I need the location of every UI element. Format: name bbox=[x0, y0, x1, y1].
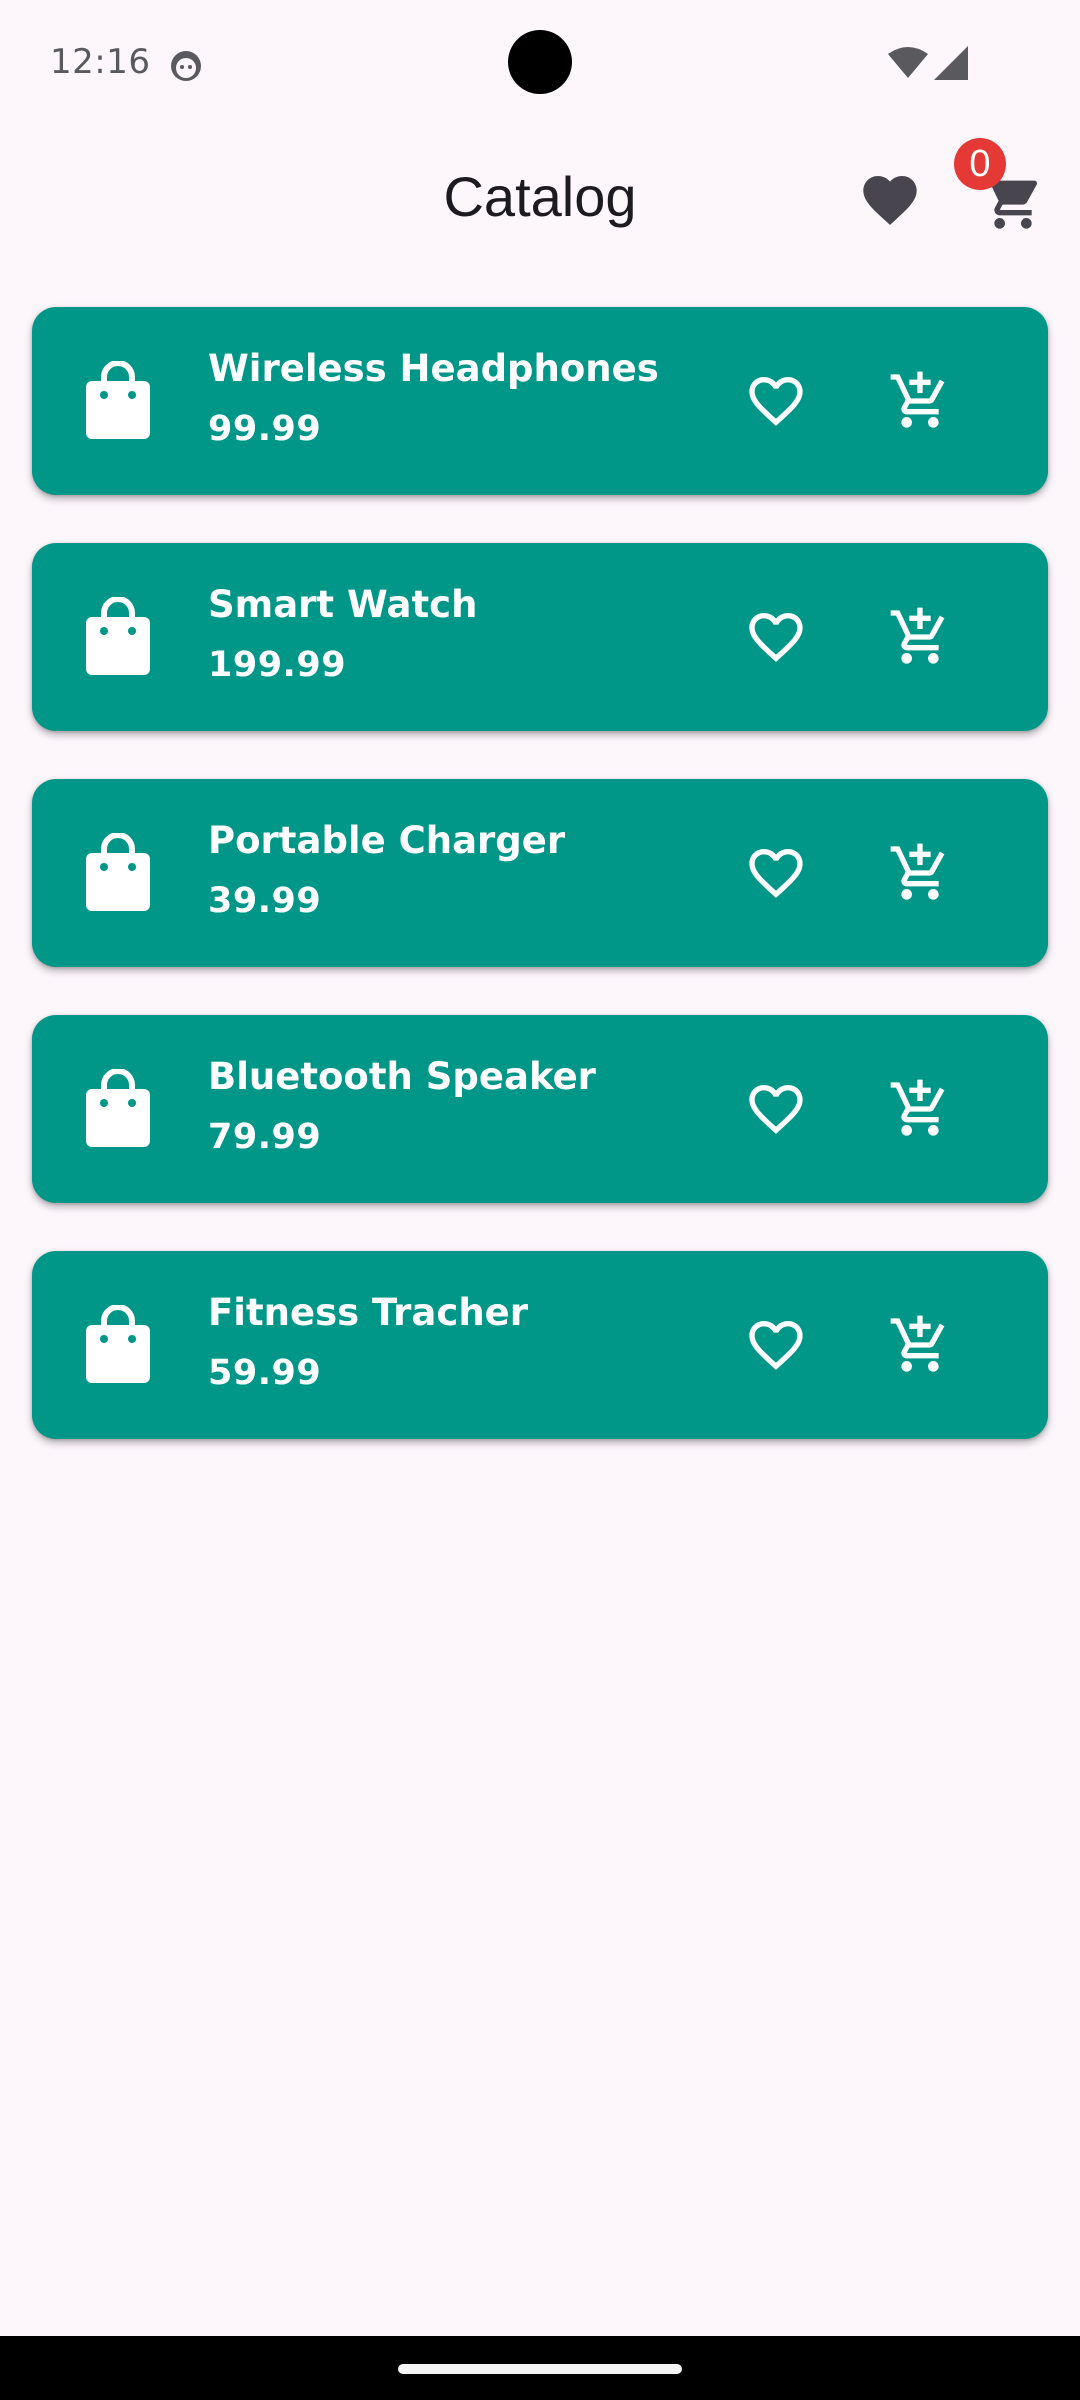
add-shopping-cart-icon[interactable] bbox=[888, 605, 952, 669]
product-price: 39.99 bbox=[208, 881, 322, 921]
product-price: 79.99 bbox=[208, 1117, 322, 1157]
favorites-button[interactable] bbox=[858, 168, 922, 232]
product-card[interactable]: Wireless Headphones 99.99 bbox=[32, 307, 1048, 495]
product-card[interactable]: Fitness Tracher 59.99 bbox=[32, 1251, 1048, 1439]
shopping-bag-icon bbox=[84, 1305, 152, 1385]
product-name: Fitness Tracher bbox=[208, 1291, 529, 1334]
wifi-icon bbox=[888, 46, 928, 80]
camera-cutout bbox=[508, 30, 572, 94]
status-bar: 12:16 bbox=[0, 0, 1080, 120]
system-navigation-bar bbox=[0, 2336, 1080, 2400]
cart-count-badge: 0 bbox=[954, 138, 1006, 190]
face-notification-icon bbox=[168, 48, 204, 84]
product-name: Bluetooth Speaker bbox=[208, 1055, 596, 1098]
heart-filled-icon bbox=[858, 168, 922, 232]
product-price: 59.99 bbox=[208, 1353, 322, 1393]
heart-outline-icon[interactable] bbox=[744, 1077, 808, 1141]
home-indicator[interactable] bbox=[398, 2364, 682, 2374]
product-name: Smart Watch bbox=[208, 583, 478, 626]
heart-outline-icon[interactable] bbox=[744, 369, 808, 433]
product-card[interactable]: Portable Charger 39.99 bbox=[32, 779, 1048, 967]
product-list: Wireless Headphones 99.99 Smart Watch 19… bbox=[32, 307, 1048, 1487]
add-shopping-cart-icon[interactable] bbox=[888, 1077, 952, 1141]
product-price: 99.99 bbox=[208, 409, 322, 449]
shopping-bag-icon bbox=[84, 1069, 152, 1149]
heart-outline-icon[interactable] bbox=[744, 1313, 808, 1377]
heart-outline-icon[interactable] bbox=[744, 841, 808, 905]
add-shopping-cart-icon[interactable] bbox=[888, 841, 952, 905]
product-name: Portable Charger bbox=[208, 819, 566, 862]
status-time: 12:16 bbox=[50, 42, 151, 82]
add-shopping-cart-icon[interactable] bbox=[888, 369, 952, 433]
shopping-bag-icon bbox=[84, 597, 152, 677]
product-card[interactable]: Smart Watch 199.99 bbox=[32, 543, 1048, 731]
cellular-signal-icon bbox=[934, 46, 968, 80]
heart-outline-icon[interactable] bbox=[744, 605, 808, 669]
product-name: Wireless Headphones bbox=[208, 347, 659, 390]
app-bar: Catalog bbox=[0, 140, 1080, 260]
shopping-bag-icon bbox=[84, 833, 152, 913]
add-shopping-cart-icon[interactable] bbox=[888, 1313, 952, 1377]
product-price: 199.99 bbox=[208, 645, 347, 685]
shopping-bag-icon bbox=[84, 361, 152, 441]
product-card[interactable]: Bluetooth Speaker 79.99 bbox=[32, 1015, 1048, 1203]
